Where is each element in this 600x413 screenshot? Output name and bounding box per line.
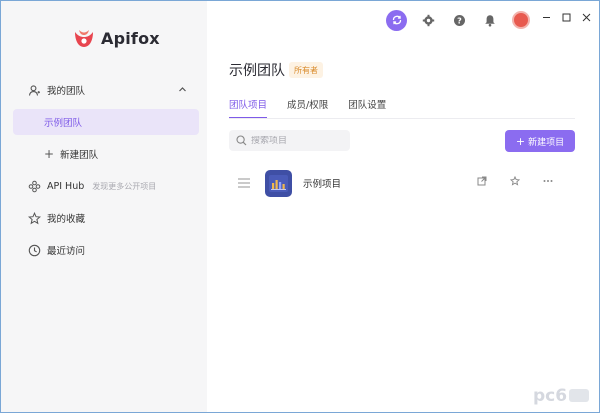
- app-logo: Apifox: [72, 25, 160, 51]
- new-project-button[interactable]: + 新建项目: [505, 130, 575, 152]
- project-name[interactable]: 示例项目: [303, 176, 341, 190]
- sidebar-item-label: 我的收藏: [47, 214, 86, 225]
- tab-members-permissions[interactable]: 成员/权限: [287, 97, 328, 119]
- search-icon: [236, 135, 247, 146]
- sidebar-item-example-team[interactable]: 示例团队: [13, 109, 199, 135]
- tab-team-projects[interactable]: 团队项目: [229, 97, 268, 119]
- new-project-label: 新建项目: [528, 137, 565, 148]
- project-row-actions: [476, 175, 553, 186]
- sidebar-item-label: 新建团队: [60, 150, 99, 161]
- tab-team-settings[interactable]: 团队设置: [348, 97, 386, 119]
- sidebar-item-label: 我的团队: [47, 86, 86, 97]
- more-icon[interactable]: [542, 175, 553, 186]
- owner-badge: 所有者: [289, 62, 323, 78]
- sidebar-item-new-team[interactable]: + 新建团队: [13, 141, 199, 167]
- user-group-icon: [28, 84, 41, 97]
- project-thumbnail-icon: [265, 169, 292, 197]
- app-name: Apifox: [101, 28, 160, 48]
- sidebar-item-label: 最近访问: [47, 246, 86, 257]
- clock-icon: [28, 244, 41, 257]
- star-icon: [28, 211, 41, 225]
- sidebar-item-my-teams[interactable]: 我的团队: [13, 77, 199, 103]
- plus-icon: +: [44, 147, 55, 161]
- pc6-watermark-icon: pc6: [533, 386, 589, 406]
- search-input[interactable]: [251, 135, 346, 146]
- plus-icon: +: [515, 134, 526, 148]
- api-hub-icon: [28, 180, 41, 193]
- sidebar-item-recent[interactable]: 最近访问: [13, 237, 199, 263]
- drag-handle-icon[interactable]: [238, 178, 250, 188]
- apifox-logo-icon: [75, 30, 93, 47]
- sidebar-item-api-hub[interactable]: API Hub 发现更多公开项目: [13, 173, 199, 199]
- sidebar-item-favorites[interactable]: 我的收藏: [13, 205, 199, 231]
- sidebar-nav: 我的团队 示例团队 + 新建团队 API Hub 发现更多公开项目 我的收藏 最…: [13, 77, 199, 269]
- svg-text:pc6: pc6: [533, 386, 567, 406]
- sidebar: Apifox 我的团队 示例团队 + 新建团队 API Hub 发现更多公开项目…: [1, 1, 207, 412]
- star-icon[interactable]: [509, 175, 520, 186]
- sidebar-item-label: 示例团队: [44, 118, 83, 129]
- page-title: 示例团队: [229, 63, 285, 79]
- chevron-up-icon[interactable]: [178, 85, 187, 94]
- api-hub-hint: 发现更多公开项目: [92, 181, 157, 191]
- sidebar-item-label: API Hub: [47, 180, 85, 192]
- project-search[interactable]: [229, 130, 350, 151]
- pc6-watermark: pc6: [533, 384, 591, 406]
- main-content: 示例团队 所有者 团队项目 成员/权限 团队设置 + 新建项目: [207, 1, 599, 412]
- project-row[interactable]: 示例项目: [229, 167, 575, 199]
- app-window: Apifox 我的团队 示例团队 + 新建团队 API Hub 发现更多公开项目…: [0, 0, 600, 413]
- tab-divider: [229, 118, 575, 119]
- tab-bar: 团队项目 成员/权限 团队设置: [229, 97, 579, 119]
- open-external-icon[interactable]: [476, 175, 487, 186]
